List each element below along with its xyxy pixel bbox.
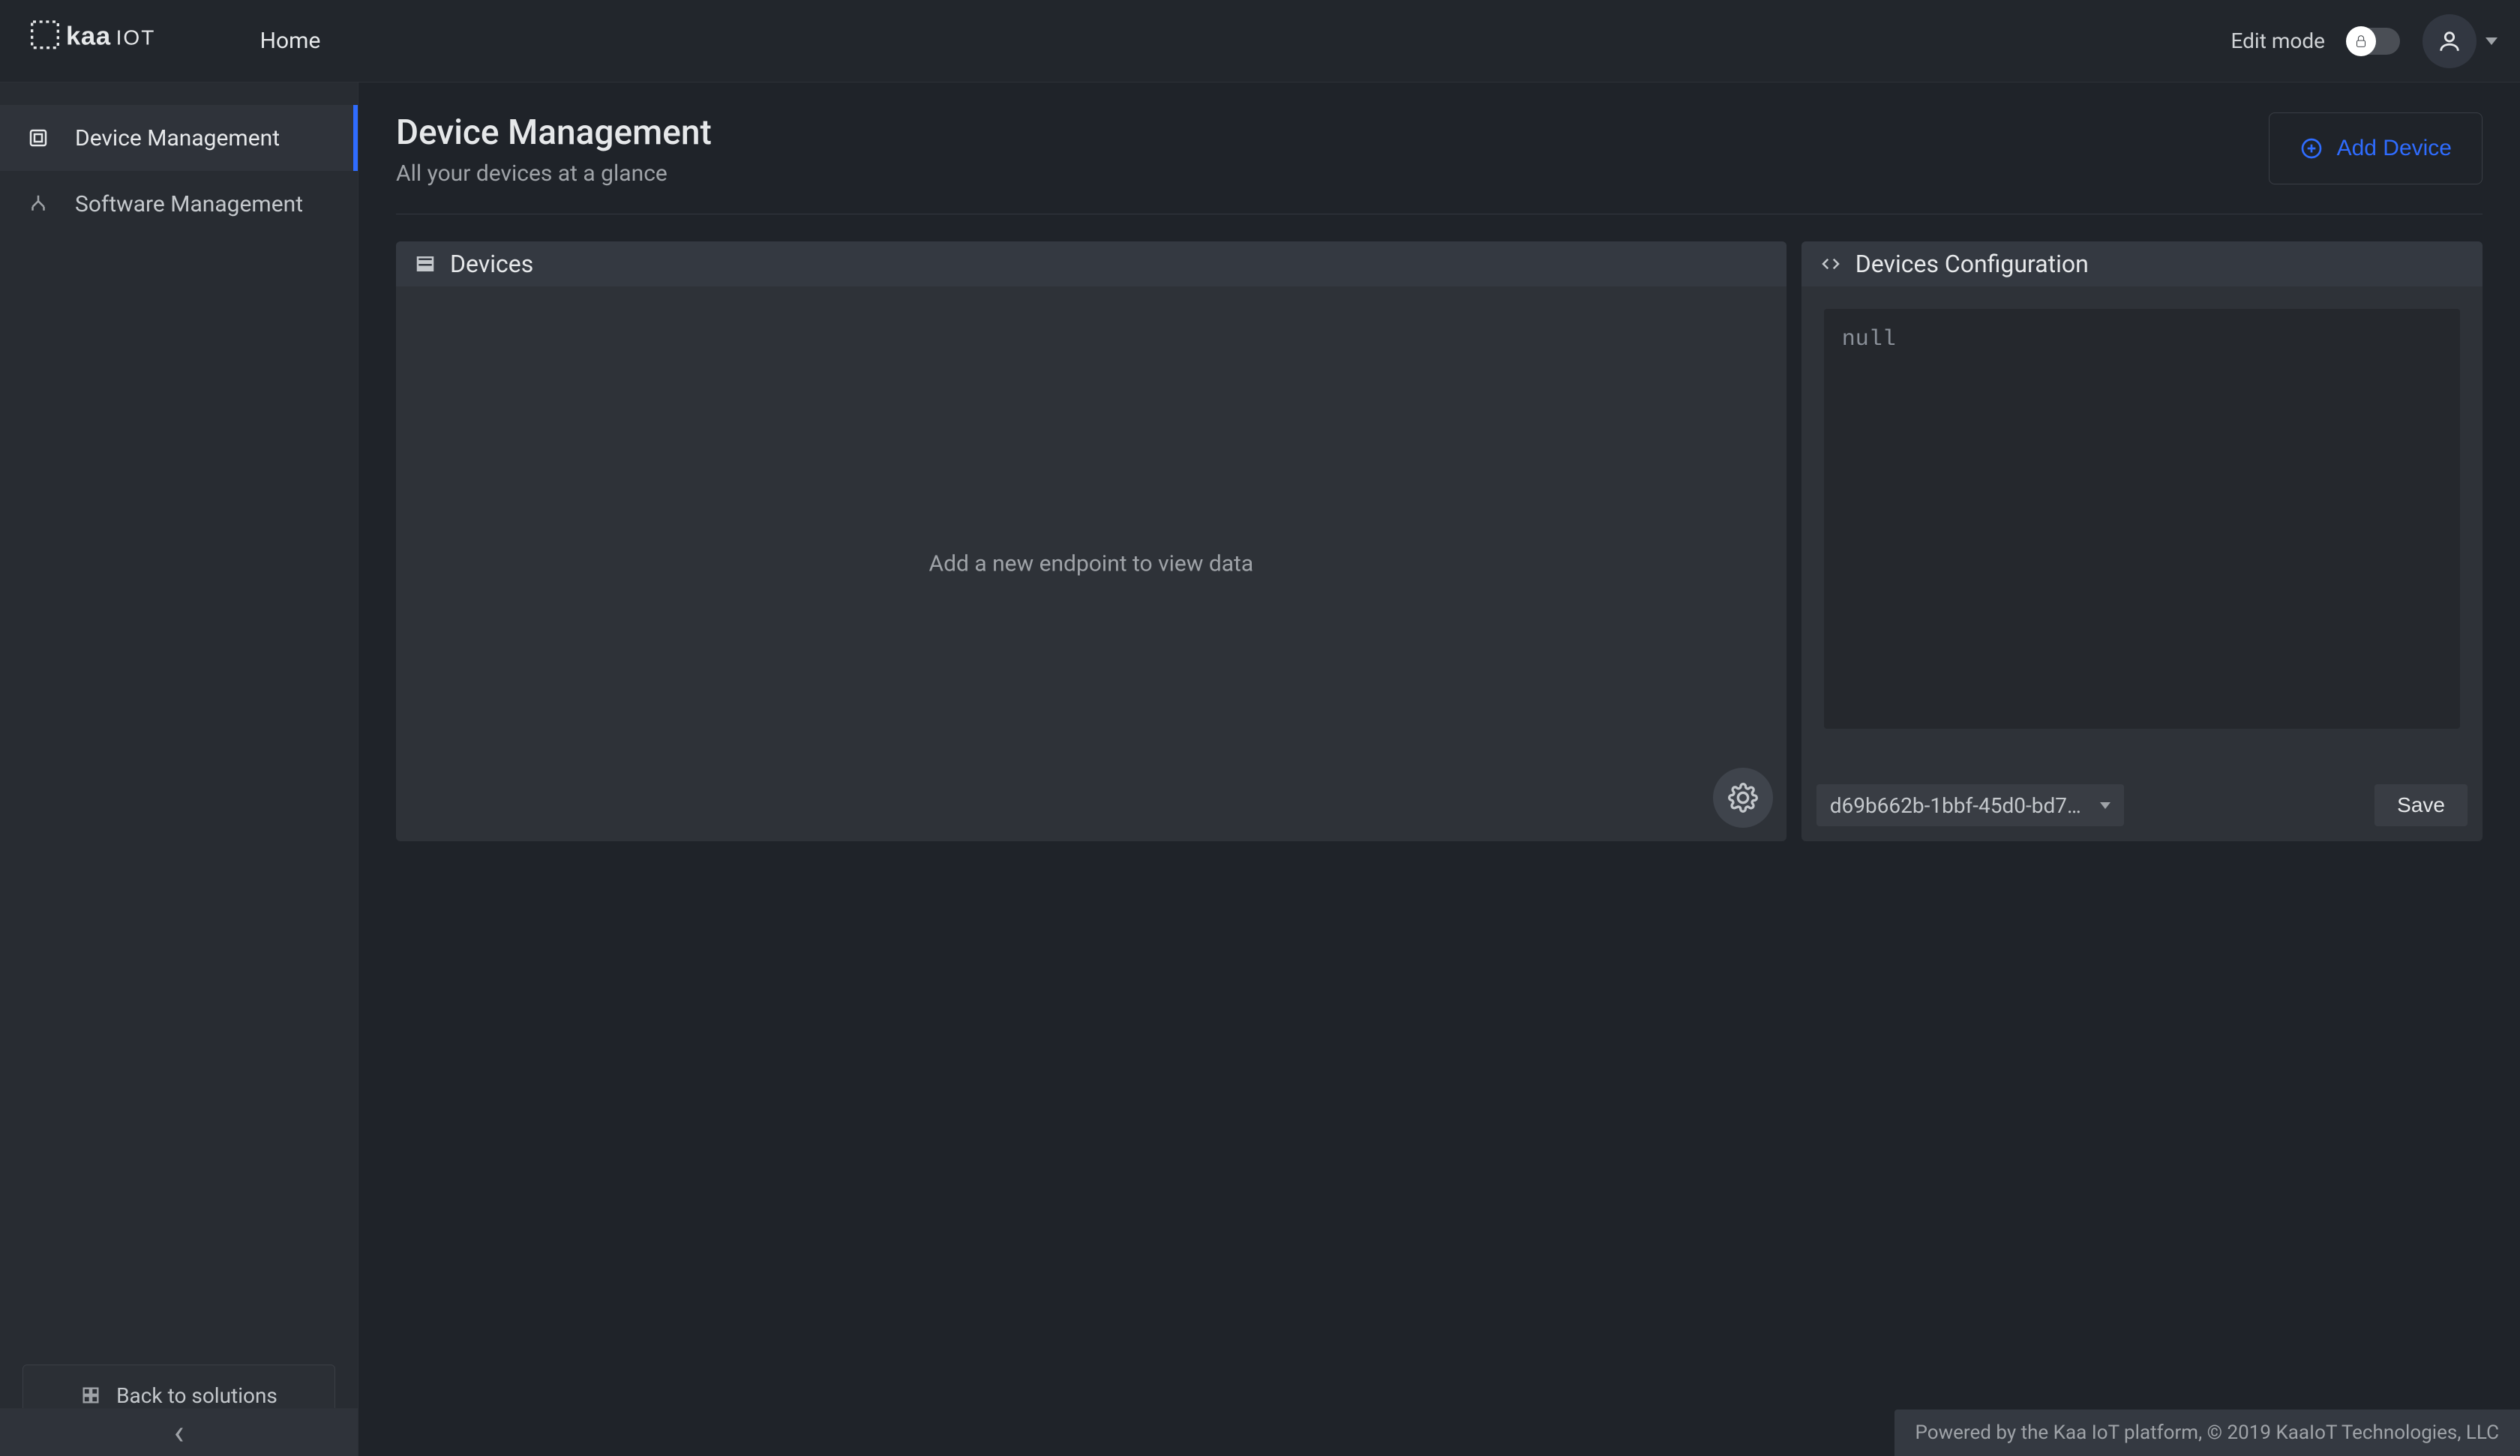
footer: Powered by the Kaa IoT platform, © 2019 …	[1894, 1410, 2520, 1456]
edit-mode-toggle[interactable]	[2348, 28, 2400, 55]
devices-empty-text: Add a new endpoint to view data	[928, 551, 1253, 577]
chevron-down-icon	[2100, 802, 2110, 809]
main-content: Device Management All your devices at a …	[358, 82, 2520, 1456]
topbar: kaa IOT Home Edit mode	[0, 0, 2520, 82]
gear-icon	[1728, 783, 1758, 813]
device-select-value: d69b662b-1bbf-45d0-bd70…	[1830, 793, 2092, 818]
config-code-area[interactable]: null	[1824, 309, 2460, 729]
config-footer: d69b662b-1bbf-45d0-bd70… Save	[1802, 769, 2482, 841]
page-subtitle: All your devices at a glance	[396, 160, 712, 187]
list-icon	[414, 253, 436, 275]
config-card-title: Devices Configuration	[1856, 250, 2089, 278]
device-select[interactable]: d69b662b-1bbf-45d0-bd70…	[1816, 784, 2124, 826]
code-icon	[1820, 253, 1842, 275]
lock-icon	[2353, 33, 2369, 49]
footer-text: Powered by the Kaa IoT platform, © 2019 …	[1916, 1422, 2499, 1444]
svg-text:kaa: kaa	[66, 22, 111, 50]
config-card: Devices Configuration null d69b662b-1bbf…	[1802, 241, 2482, 841]
config-card-header: Devices Configuration	[1802, 241, 2482, 286]
add-device-label: Add Device	[2337, 136, 2452, 161]
page-header: Device Management All your devices at a …	[396, 112, 2482, 214]
edit-mode-label[interactable]: Edit mode	[2230, 28, 2325, 53]
svg-text:IOT: IOT	[116, 25, 156, 49]
plus-circle-icon	[2300, 136, 2324, 160]
add-device-button[interactable]: Add Device	[2269, 112, 2482, 184]
devices-card-title: Devices	[450, 250, 533, 278]
sidebar-item-device-management[interactable]: Device Management	[0, 105, 358, 171]
back-label: Back to solutions	[116, 1383, 278, 1408]
devices-card: Devices Add a new endpoint to view data	[396, 241, 1786, 841]
user-menu-button[interactable]	[2422, 14, 2476, 68]
chevron-left-icon: ‹	[174, 1413, 184, 1453]
sidebar-item-software-management[interactable]: Software Management	[0, 171, 358, 237]
user-icon	[2437, 28, 2462, 54]
user-menu-caret-icon[interactable]	[2486, 37, 2498, 45]
save-button[interactable]: Save	[2374, 784, 2468, 826]
logo[interactable]: kaa IOT	[30, 0, 245, 82]
grid-icon	[80, 1385, 101, 1406]
sidebar: Device Management Software Management Ba…	[0, 82, 358, 1456]
page-title: Device Management	[396, 112, 712, 153]
panels: Devices Add a new endpoint to view data	[396, 241, 2482, 841]
sidebar-item-label: Device Management	[75, 125, 280, 151]
sidebar-collapse-button[interactable]: ‹	[0, 1408, 358, 1456]
device-icon	[22, 127, 54, 149]
nav-home[interactable]: Home	[245, 20, 336, 61]
config-card-body: null	[1802, 286, 2482, 769]
sidebar-item-label: Software Management	[75, 191, 303, 217]
devices-card-body: Add a new endpoint to view data	[396, 286, 1786, 841]
branch-icon	[22, 193, 54, 215]
devices-card-header: Devices	[396, 241, 1786, 286]
devices-settings-button[interactable]	[1713, 768, 1773, 828]
